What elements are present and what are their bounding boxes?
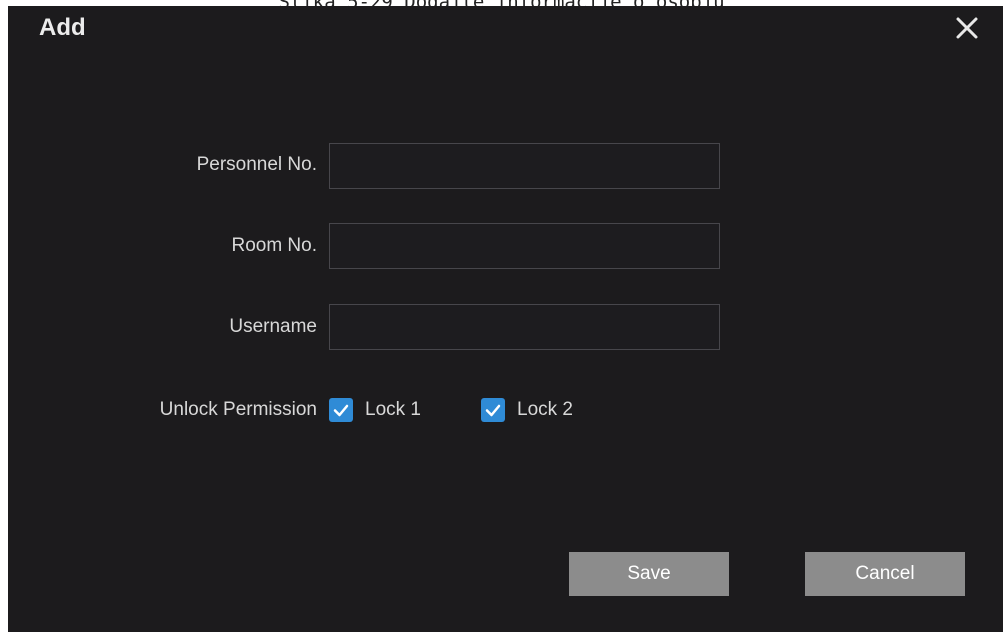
dialog-title: Add	[39, 14, 86, 41]
page: Slika 5-29 Dodajte informacije o osobju …	[0, 0, 1003, 632]
room-no-input[interactable]	[329, 223, 720, 269]
lock-1-label: Lock 1	[365, 399, 421, 420]
personnel-no-input[interactable]	[329, 143, 720, 189]
lock-2-label: Lock 2	[517, 399, 573, 420]
personnel-no-label: Personnel No.	[196, 154, 317, 175]
username-label: Username	[229, 316, 317, 337]
username-input[interactable]	[329, 304, 720, 350]
lock-1-checkbox[interactable]: Lock 1	[329, 395, 421, 425]
lock-2-checkbox[interactable]: Lock 2	[481, 395, 573, 425]
unlock-permission-label: Unlock Permission	[159, 399, 317, 420]
save-button[interactable]: Save	[569, 552, 729, 596]
cancel-button[interactable]: Cancel	[805, 552, 965, 596]
add-dialog: Add Personnel No. Room No. Username Unlo…	[8, 6, 1003, 632]
close-icon[interactable]	[953, 14, 981, 42]
checkmark-icon	[481, 398, 505, 422]
room-no-label: Room No.	[231, 235, 317, 256]
checkmark-icon	[329, 398, 353, 422]
